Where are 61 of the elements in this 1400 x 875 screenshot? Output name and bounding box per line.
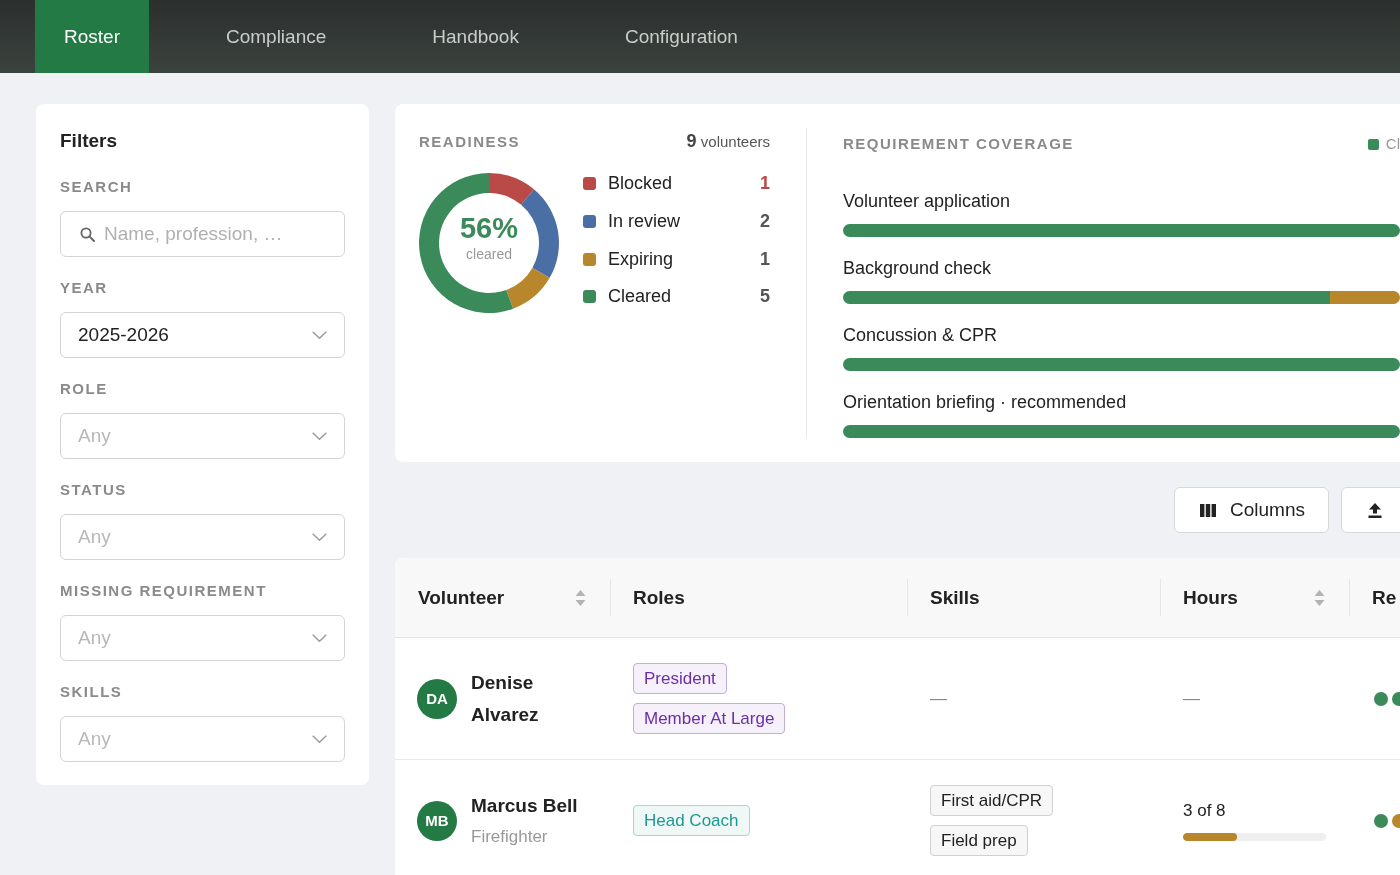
upload-icon xyxy=(1368,502,1382,518)
nav-tab[interactable]: Roster xyxy=(35,0,149,73)
filter-label: SEARCH xyxy=(60,178,134,196)
filter-label: ROLE xyxy=(60,380,109,398)
legend-count: 2 xyxy=(760,211,770,233)
role-badge: President xyxy=(633,663,727,694)
legend-label: Cl xyxy=(1385,134,1400,154)
filter-label: SKILLS xyxy=(60,683,124,701)
volunteer-name: Denise Alvarez xyxy=(471,670,540,727)
section-title: READINESS xyxy=(419,132,521,152)
search-input[interactable]: Name, profession, … xyxy=(104,223,334,245)
column-header: Skills xyxy=(930,586,980,609)
avatar: MB xyxy=(417,800,457,841)
hours-text: 3 of 8 xyxy=(1183,800,1226,822)
search-field[interactable]: Name, profession, … xyxy=(60,211,345,257)
chevron-down-icon xyxy=(312,533,327,541)
volunteer-name: Marcus Bell xyxy=(471,793,578,818)
donut-center-label: cleared xyxy=(465,245,513,263)
filters-title: Filters xyxy=(60,130,119,152)
avatar: DA xyxy=(417,678,457,719)
nav-tab[interactable]: Handbook xyxy=(403,0,548,73)
section-title: REQUIREMENT COVERAGE xyxy=(843,134,1074,154)
empty-value: — xyxy=(930,688,947,709)
filter-label: STATUS xyxy=(60,481,128,499)
volunteer-subtitle: Firefighter xyxy=(471,825,549,848)
donut-center-value: 56% xyxy=(458,211,519,245)
columns-icon xyxy=(1200,503,1216,517)
column-header: Hours xyxy=(1183,586,1238,609)
column-header: Roles xyxy=(633,586,685,609)
legend-label: Expiring xyxy=(608,248,675,270)
nav-tab[interactable]: Configuration xyxy=(595,0,767,73)
legend-count: 1 xyxy=(760,248,770,270)
legend-label: Cleared xyxy=(608,286,673,308)
columns-button[interactable]: Columns xyxy=(1174,487,1329,533)
chevron-down-icon xyxy=(312,735,327,743)
legend-label: In review xyxy=(608,211,682,233)
sort-icon[interactable] xyxy=(575,588,586,607)
sort-icon[interactable] xyxy=(1314,588,1325,607)
legend-label: Blocked xyxy=(608,173,674,195)
filter-label: MISSING REQUIREMENT xyxy=(60,582,268,600)
filter-label: YEAR xyxy=(60,279,109,297)
column-header: Re xyxy=(1372,586,1397,609)
column-header: Volunteer xyxy=(418,586,505,609)
chevron-down-icon xyxy=(312,432,327,440)
search-icon xyxy=(80,226,95,242)
legend-count: 1 xyxy=(760,173,770,195)
chevron-down-icon xyxy=(312,634,327,642)
skill-chip: Field prep xyxy=(930,825,1028,856)
empty-value: — xyxy=(1183,688,1200,709)
role-badge: Member At Large xyxy=(633,703,786,734)
role-badge: Head Coach xyxy=(633,805,750,836)
nav-tab[interactable]: Compliance xyxy=(196,0,356,73)
dropdown[interactable]: 2025-2026 xyxy=(60,312,345,358)
requirement-label: Orientation briefing · recommended xyxy=(843,391,1128,413)
volunteer-count: 9 volunteers xyxy=(686,131,770,152)
skill-chip: First aid/CPR xyxy=(930,785,1054,816)
chevron-down-icon xyxy=(312,331,327,339)
requirement-label: Concussion & CPR xyxy=(843,324,999,346)
requirement-label: Background check xyxy=(843,257,993,279)
legend-count: 5 xyxy=(760,286,770,308)
requirement-label: Volunteer application xyxy=(843,190,1012,212)
